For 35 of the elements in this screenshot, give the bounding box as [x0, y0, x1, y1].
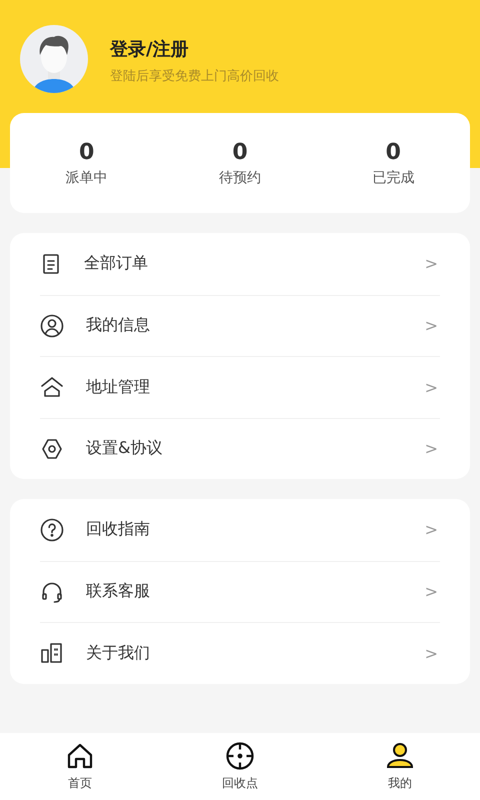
- stat-value: 0: [79, 140, 94, 164]
- settings-icon: [40, 436, 64, 461]
- tab[interactable]: 回收点: [160, 733, 320, 800]
- question-icon: [40, 518, 64, 542]
- stat-label[interactable]: 已完成: [372, 168, 414, 186]
- crosshair-icon: [225, 741, 255, 771]
- house-icon: [40, 375, 64, 400]
- menu-item-label[interactable]: 全部订单: [84, 253, 403, 274]
- menu-item-label[interactable]: 设置&协议: [86, 438, 403, 460]
- document-icon: [40, 252, 62, 275]
- stat-label[interactable]: 派单中: [66, 168, 108, 186]
- tab[interactable]: 首页: [0, 733, 160, 800]
- stat-label[interactable]: 待预约: [218, 168, 261, 186]
- menu-item-label[interactable]: 回收指南: [86, 519, 403, 540]
- chevron-icon: >: [424, 439, 438, 458]
- home-icon: [65, 741, 95, 771]
- login-title[interactable]: 登录/注册: [110, 37, 279, 61]
- person-icon: [385, 741, 415, 771]
- menu-item-label[interactable]: 关于我们: [86, 642, 403, 664]
- login-subtitle: 登陆后享受免费上门高价回收: [110, 68, 279, 85]
- chevron-icon: >: [424, 644, 438, 663]
- building-icon: [40, 641, 64, 666]
- headset-icon: [40, 580, 64, 604]
- chevron-icon: >: [424, 254, 438, 274]
- chevron-icon: >: [424, 582, 438, 602]
- chevron-icon: >: [424, 520, 438, 540]
- user-icon: [40, 314, 64, 338]
- menu-item-label[interactable]: 地址管理: [86, 376, 403, 398]
- menu-item-label[interactable]: 联系客服: [86, 581, 403, 602]
- stat-value: 0: [232, 140, 248, 164]
- tab[interactable]: 我的: [320, 733, 480, 800]
- chevron-icon: >: [424, 378, 438, 397]
- chevron-icon: >: [424, 316, 438, 336]
- menu-item-label[interactable]: 我的信息: [86, 315, 403, 336]
- stat-value: 0: [386, 140, 401, 164]
